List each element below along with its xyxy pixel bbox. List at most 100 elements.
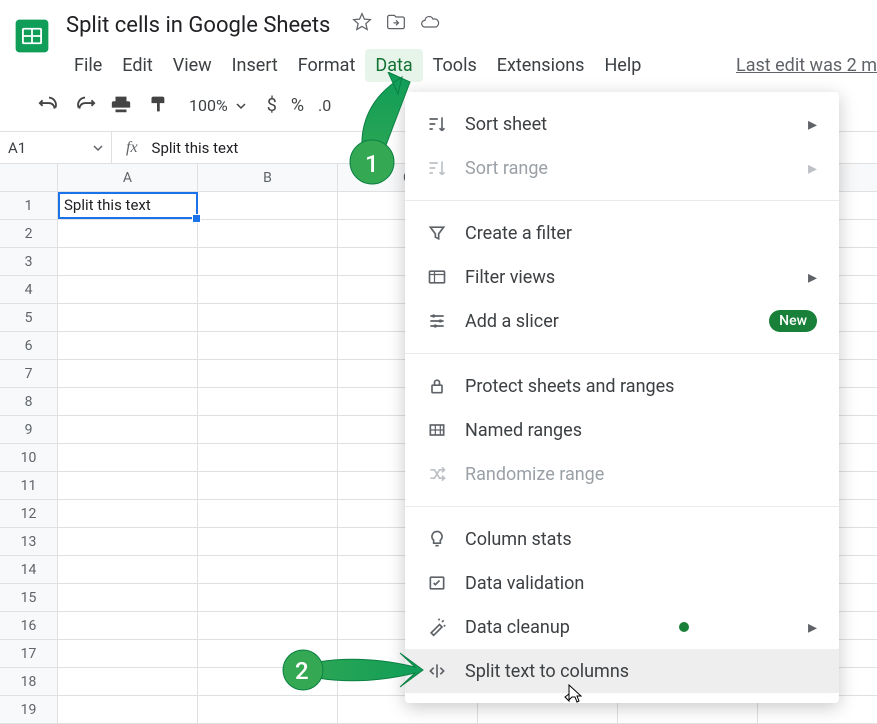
- cell[interactable]: [58, 304, 198, 331]
- row-header[interactable]: 18: [0, 668, 58, 695]
- percent-button[interactable]: %: [291, 95, 304, 116]
- row-header[interactable]: 4: [0, 276, 58, 303]
- cell[interactable]: [58, 500, 198, 527]
- col-header-b[interactable]: B: [198, 164, 338, 191]
- menu-item-split-text[interactable]: Split text to columns: [405, 649, 839, 693]
- cell[interactable]: Split this text: [58, 192, 198, 219]
- row-header[interactable]: 15: [0, 584, 58, 611]
- row-header[interactable]: 7: [0, 360, 58, 387]
- row-header[interactable]: 6: [0, 332, 58, 359]
- cell[interactable]: [198, 220, 338, 247]
- row-header[interactable]: 1: [0, 192, 58, 219]
- cell[interactable]: [58, 472, 198, 499]
- cell[interactable]: [58, 668, 198, 695]
- last-edit-link[interactable]: Last edit was 2 m: [736, 55, 877, 76]
- formula-input[interactable]: Split this text: [152, 139, 239, 157]
- undo-icon[interactable]: [38, 93, 60, 119]
- cell[interactable]: [198, 332, 338, 359]
- submenu-arrow-icon: ▸: [808, 267, 817, 288]
- magic-wand-icon: [427, 617, 447, 637]
- row-header[interactable]: 5: [0, 304, 58, 331]
- row-header[interactable]: 13: [0, 528, 58, 555]
- submenu-arrow-icon: ▸: [808, 617, 817, 638]
- cell[interactable]: [198, 248, 338, 275]
- cell[interactable]: [58, 640, 198, 667]
- separator: [405, 353, 839, 354]
- label: Randomize range: [465, 464, 604, 485]
- cell[interactable]: [58, 696, 198, 723]
- cell[interactable]: [198, 696, 338, 723]
- cell[interactable]: [58, 220, 198, 247]
- row-header[interactable]: 17: [0, 640, 58, 667]
- star-icon[interactable]: [352, 12, 372, 38]
- menu-help[interactable]: Help: [594, 49, 651, 82]
- redo-icon[interactable]: [74, 93, 96, 119]
- cell[interactable]: [198, 360, 338, 387]
- cell[interactable]: [198, 416, 338, 443]
- menu-item-data-validation[interactable]: Data validation: [405, 561, 839, 605]
- row-header[interactable]: 8: [0, 388, 58, 415]
- row-header[interactable]: 9: [0, 416, 58, 443]
- cell[interactable]: [58, 584, 198, 611]
- menu-item-column-stats[interactable]: Column stats: [405, 517, 839, 561]
- slicer-icon: [427, 311, 447, 331]
- menu-file[interactable]: File: [64, 49, 112, 82]
- cell[interactable]: [198, 612, 338, 639]
- cell[interactable]: [198, 192, 338, 219]
- row-header[interactable]: 2: [0, 220, 58, 247]
- cell[interactable]: [58, 248, 198, 275]
- menu-item-named-ranges[interactable]: Named ranges: [405, 408, 839, 452]
- row-header[interactable]: 12: [0, 500, 58, 527]
- cloud-icon[interactable]: [420, 12, 440, 38]
- row-header[interactable]: 14: [0, 556, 58, 583]
- cell[interactable]: [198, 528, 338, 555]
- menu-item-sort-sheet[interactable]: Sort sheet ▸: [405, 102, 839, 146]
- menu-item-create-filter[interactable]: Create a filter: [405, 211, 839, 255]
- cell[interactable]: [198, 276, 338, 303]
- cell[interactable]: [198, 472, 338, 499]
- cell[interactable]: [198, 304, 338, 331]
- cell[interactable]: [198, 584, 338, 611]
- name-box[interactable]: A1: [0, 132, 112, 163]
- menu-item-add-slicer[interactable]: Add a slicer New: [405, 299, 839, 343]
- menu-edit[interactable]: Edit: [112, 49, 162, 82]
- row-header[interactable]: 3: [0, 248, 58, 275]
- zoom-dropdown[interactable]: 100%: [182, 95, 253, 116]
- cell[interactable]: [58, 276, 198, 303]
- cell[interactable]: [198, 500, 338, 527]
- row-header[interactable]: 19: [0, 696, 58, 723]
- decimal-button[interactable]: .0: [318, 96, 331, 115]
- shuffle-icon: [427, 464, 447, 484]
- move-icon[interactable]: [386, 12, 406, 38]
- menu-view[interactable]: View: [163, 49, 222, 82]
- menu-extensions[interactable]: Extensions: [487, 49, 595, 82]
- currency-button[interactable]: $: [267, 95, 277, 116]
- label: Sort sheet: [465, 114, 547, 135]
- select-all-corner[interactable]: [0, 164, 58, 191]
- menu-item-filter-views[interactable]: Filter views ▸: [405, 255, 839, 299]
- row-header[interactable]: 16: [0, 612, 58, 639]
- col-header-a[interactable]: A: [58, 164, 198, 191]
- print-icon[interactable]: [110, 93, 132, 119]
- row-header[interactable]: 10: [0, 444, 58, 471]
- menu-insert[interactable]: Insert: [222, 49, 288, 82]
- cell[interactable]: [198, 444, 338, 471]
- cell[interactable]: [58, 416, 198, 443]
- chevron-down-icon: [236, 101, 246, 111]
- paint-format-icon[interactable]: [146, 93, 168, 119]
- cell[interactable]: [58, 556, 198, 583]
- cell[interactable]: [198, 556, 338, 583]
- cell[interactable]: [58, 444, 198, 471]
- cell[interactable]: [58, 360, 198, 387]
- menu-tools[interactable]: Tools: [423, 49, 487, 82]
- header: Split cells in Google Sheets: [0, 0, 877, 48]
- cell[interactable]: [198, 388, 338, 415]
- cell[interactable]: [58, 332, 198, 359]
- row-header[interactable]: 11: [0, 472, 58, 499]
- doc-title[interactable]: Split cells in Google Sheets: [66, 13, 330, 38]
- menu-item-protect[interactable]: Protect sheets and ranges: [405, 364, 839, 408]
- cell[interactable]: [58, 612, 198, 639]
- menu-item-data-cleanup[interactable]: Data cleanup ▸: [405, 605, 839, 649]
- cell[interactable]: [58, 388, 198, 415]
- cell[interactable]: [58, 528, 198, 555]
